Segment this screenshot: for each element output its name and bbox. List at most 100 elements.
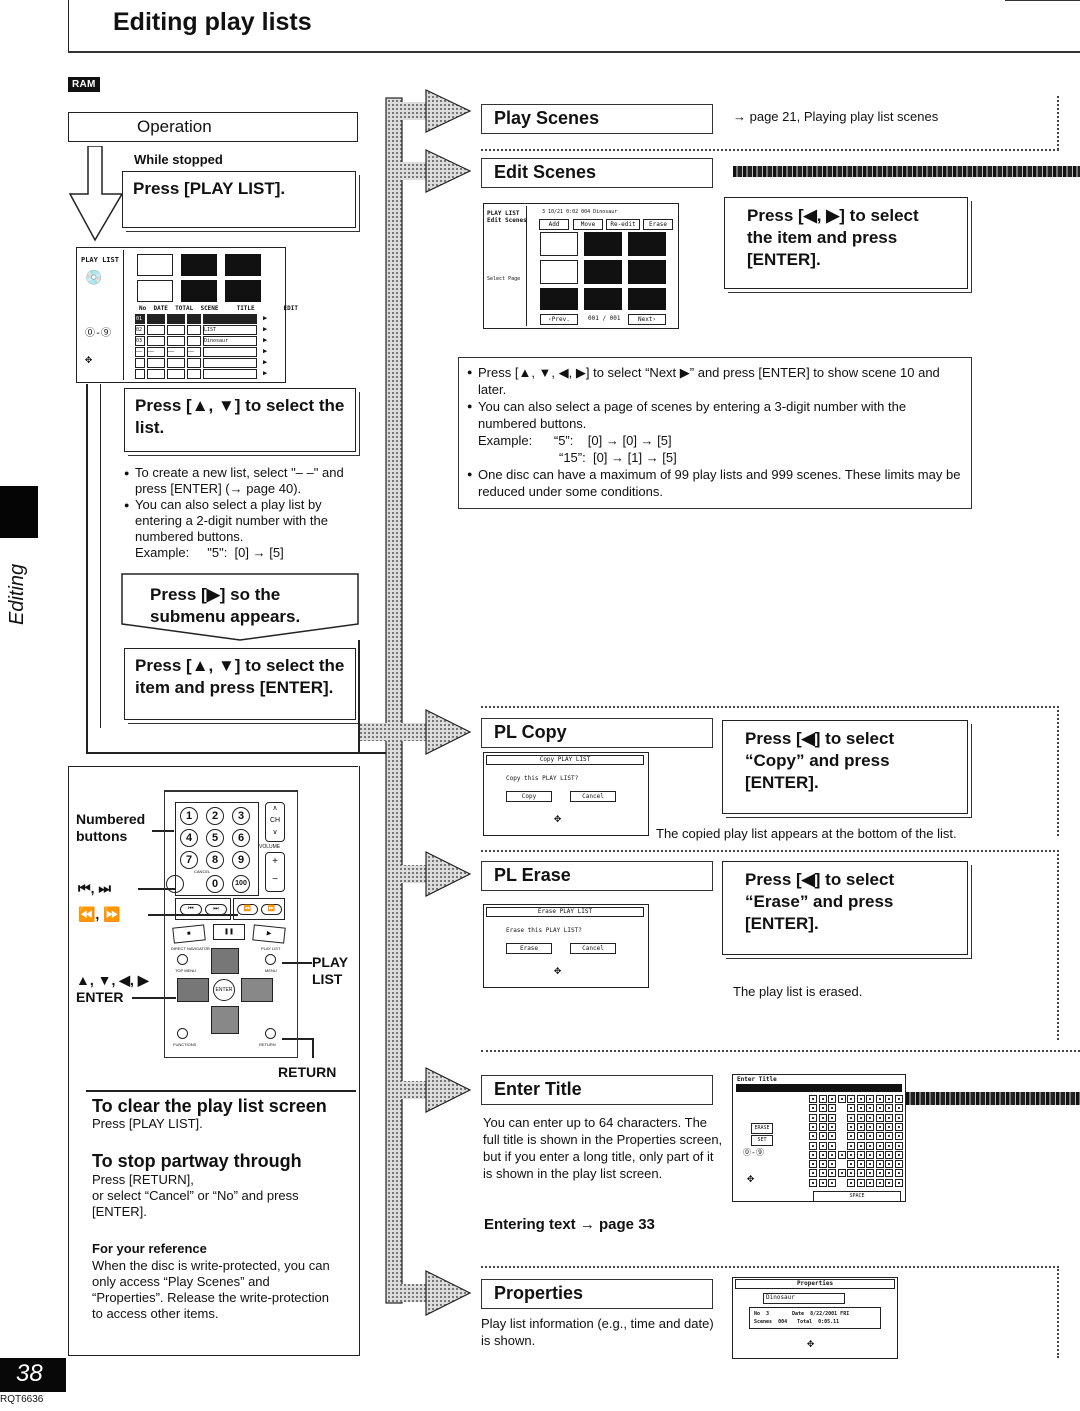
character-key[interactable] [894,1132,903,1141]
character-key[interactable] [894,1141,903,1150]
character-key[interactable] [828,1178,836,1187]
edit-arrow-icon[interactable]: ▶ [263,336,273,346]
character-key[interactable] [875,1178,884,1187]
character-key[interactable] [875,1169,884,1178]
erase-key[interactable]: ERASE [751,1123,773,1134]
character-key[interactable] [875,1132,884,1141]
character-key[interactable] [875,1160,884,1169]
character-key[interactable] [866,1122,874,1131]
character-key[interactable] [847,1104,855,1113]
direct-navigator-button[interactable] [177,954,188,965]
scene-thumb[interactable] [540,232,578,256]
character-key[interactable] [818,1104,827,1113]
character-key[interactable] [866,1150,874,1159]
character-key[interactable] [885,1113,893,1122]
character-key[interactable] [866,1095,874,1103]
character-key[interactable] [894,1122,903,1131]
character-key[interactable] [856,1169,865,1178]
properties-item[interactable]: Properties [481,1279,713,1309]
character-key[interactable] [875,1113,884,1122]
character-key[interactable] [847,1178,855,1187]
number-key-6[interactable]: 6 [232,829,250,847]
edit-scenes-item[interactable]: Edit Scenes [481,158,713,188]
scene-thumb[interactable] [628,288,666,310]
character-key[interactable] [847,1113,855,1122]
playlist-row[interactable]: ▶ [135,369,281,379]
scene-thumb[interactable] [584,232,622,256]
character-key[interactable] [818,1150,827,1159]
character-key[interactable] [875,1150,884,1159]
character-key[interactable] [894,1104,903,1113]
number-key-4[interactable]: 4 [180,829,198,847]
character-key[interactable] [809,1160,817,1169]
left-button[interactable] [177,978,209,1002]
character-key[interactable] [828,1122,836,1131]
character-key[interactable] [818,1160,827,1169]
character-key[interactable] [809,1169,817,1178]
number-key-7[interactable]: 7 [180,851,198,869]
skip-forward-button[interactable]: ⏭ [205,904,227,915]
character-key[interactable] [828,1132,836,1141]
character-key[interactable] [847,1095,855,1103]
character-key[interactable] [866,1178,874,1187]
character-key[interactable] [894,1150,903,1159]
enter-button[interactable]: ENTER [213,979,235,1001]
character-key[interactable] [828,1104,836,1113]
character-key[interactable] [885,1160,893,1169]
number-key-5[interactable]: 5 [206,829,224,847]
character-key[interactable] [847,1141,855,1150]
scene-thumb[interactable] [540,288,578,310]
character-key[interactable] [828,1095,836,1103]
space-key[interactable]: SPACE [813,1191,901,1202]
character-key[interactable] [866,1132,874,1141]
character-key[interactable] [894,1095,903,1103]
character-key[interactable] [875,1104,884,1113]
prev-button[interactable]: ‹Prev. [540,314,578,325]
character-key[interactable] [856,1141,865,1150]
tab-move[interactable]: Move [573,219,603,230]
character-key[interactable] [885,1150,893,1159]
character-key[interactable] [818,1113,827,1122]
character-key[interactable] [837,1095,846,1103]
character-key[interactable] [828,1169,836,1178]
character-key[interactable] [818,1141,827,1150]
play-button[interactable]: ▶ [252,924,286,944]
next-button[interactable]: Next› [628,314,666,325]
character-key[interactable] [866,1104,874,1113]
character-key[interactable] [856,1122,865,1131]
down-button[interactable] [211,1006,239,1034]
scene-thumb[interactable] [584,288,622,310]
fast-forward-button[interactable]: ⏩ [261,904,282,915]
tab-re-edit[interactable]: Re-edit [606,219,640,230]
edit-arrow-icon[interactable]: ▶ [263,325,273,335]
character-key[interactable] [885,1132,893,1141]
character-key[interactable] [818,1132,827,1141]
character-key[interactable] [875,1141,884,1150]
edit-arrow-icon[interactable]: ▶ [263,358,273,368]
character-key[interactable] [894,1160,903,1169]
character-key[interactable] [847,1122,855,1131]
erase-cancel-button[interactable]: Cancel [570,943,616,954]
scene-thumb[interactable] [628,260,666,284]
character-key[interactable] [885,1095,893,1103]
character-key[interactable] [885,1178,893,1187]
number-key-3[interactable]: 3 [232,807,250,825]
number-key-0[interactable]: 0 [206,875,224,893]
character-key[interactable] [856,1160,865,1169]
character-key[interactable] [885,1169,893,1178]
copy-cancel-button[interactable]: Cancel [570,791,616,802]
character-key[interactable] [818,1169,827,1178]
character-key[interactable] [809,1095,817,1103]
character-key[interactable] [828,1113,836,1122]
character-key[interactable] [828,1141,836,1150]
pl-copy-item[interactable]: PL Copy [481,718,713,748]
play-scenes-ref[interactable]: → page 21, Playing play list scenes [733,108,938,125]
character-key[interactable] [809,1113,817,1122]
character-key[interactable] [818,1122,827,1131]
number-key-2[interactable]: 2 [206,807,224,825]
number-key-9[interactable]: 9 [232,851,250,869]
enter-title-item[interactable]: Enter Title [481,1075,713,1105]
edit-arrow-icon[interactable]: ▶ [263,347,273,357]
character-key[interactable] [818,1178,827,1187]
character-key[interactable] [866,1160,874,1169]
